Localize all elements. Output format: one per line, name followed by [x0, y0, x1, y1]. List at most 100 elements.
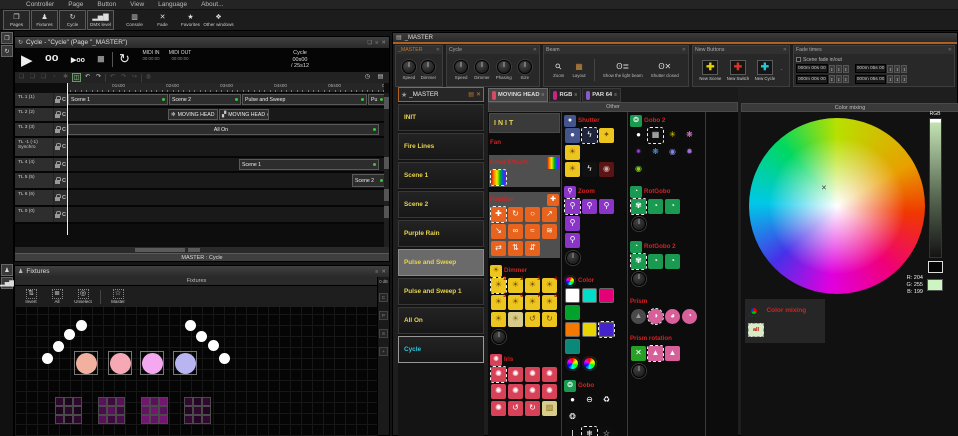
close-icon[interactable]: ✕ [682, 47, 686, 53]
clip[interactable]: ▞MOVING HEAD [219, 109, 269, 120]
clip[interactable]: Pulse and Sweep [242, 94, 367, 105]
new-cycle-button[interactable]: ✚New Cycle [755, 60, 776, 81]
matrix-cell[interactable] [116, 415, 125, 424]
preset-icon[interactable]: ⚲ [565, 216, 580, 231]
preset-icon[interactable]: ≋ [542, 224, 557, 239]
matrix-cell[interactable] [98, 415, 107, 424]
menu-icon[interactable]: ≡ [375, 40, 378, 46]
fade-time-field[interactable]: 000m 00s 00⇕⇕⇕ [796, 64, 849, 73]
preset-icon[interactable]: ⇄ [491, 241, 506, 256]
lock-icon[interactable] [55, 197, 60, 201]
menu-icon[interactable]: ≡ [375, 269, 378, 275]
mini-tool-icon[interactable]: ▫ [50, 73, 59, 82]
dock-fixtures-icon[interactable]: ♟ [1, 264, 13, 276]
group-label[interactable]: Fan [490, 139, 501, 146]
matrix-cell[interactable] [193, 397, 202, 406]
fixtures-window-titlebar[interactable]: ♟ Fixtures ≡✕ [15, 266, 389, 277]
matrix-cell[interactable] [116, 406, 125, 415]
mini-tool-icon[interactable]: ◍ [144, 73, 153, 82]
preset-icon[interactable]: ✹ [682, 145, 697, 160]
fixture-dot[interactable] [64, 329, 75, 340]
toolbar-fade[interactable]: ✕Fade [149, 10, 176, 30]
spinner-icon[interactable]: ⇕ [887, 65, 893, 73]
matrix-cell[interactable] [73, 415, 82, 424]
toolbar-console[interactable]: ▥Console [121, 10, 148, 30]
matrix-cell[interactable] [193, 415, 202, 424]
scroll-thumb[interactable] [384, 157, 389, 169]
preset-icon[interactable]: ☀2 [508, 278, 523, 293]
group-knob[interactable] [632, 217, 646, 231]
lock-icon[interactable] [55, 214, 60, 218]
track-lane[interactable] [67, 138, 389, 156]
fade-time-field[interactable]: 000m 05s 00⇕⇕⇕ [855, 75, 908, 84]
lock-icon[interactable] [55, 114, 60, 118]
knob-dial[interactable] [421, 60, 435, 74]
preset-icon[interactable]: ≈ [525, 224, 540, 239]
knob-dial[interactable] [402, 60, 416, 74]
preset-icon[interactable]: ✾ [631, 199, 646, 214]
knob-dial[interactable] [454, 60, 468, 74]
color-mixing-button-label[interactable]: Color mixing [766, 307, 806, 314]
side-button-[interactable]: + [379, 347, 388, 356]
compress-icon[interactable]: C [62, 112, 66, 118]
preset-icon[interactable]: ○ [525, 207, 540, 222]
color-swatch[interactable] [565, 339, 580, 354]
preset-icon[interactable]: ▨ [542, 401, 557, 416]
spinner-icon[interactable]: ⇕ [901, 65, 907, 73]
matrix-cell[interactable] [73, 406, 82, 415]
close-icon[interactable]: ✕ [783, 47, 787, 53]
preset-icon[interactable]: ↗ [542, 207, 557, 222]
button-cycle[interactable]: Cycle [398, 336, 484, 363]
preset-icon[interactable]: ◉ [665, 145, 680, 160]
preset-icon[interactable]: ☀5 [491, 295, 506, 310]
track-lane[interactable]: Scene 1Scene 2Pulse and SweepPu [67, 93, 389, 106]
play-record-button[interactable]: ▶oo [71, 56, 85, 64]
group-label[interactable]: Gobo [578, 382, 594, 389]
mini-tool-icon[interactable]: ❏ [17, 73, 26, 82]
toolbar-cycle[interactable]: ↻Cycle [59, 10, 86, 30]
color-wheel-icon[interactable] [582, 356, 597, 371]
rgb-slider[interactable] [929, 118, 942, 258]
time-value[interactable]: 000m 05s 00 [855, 64, 887, 73]
stop-button[interactable]: ■ [97, 51, 105, 66]
preset-icon[interactable]: ♻ [599, 393, 614, 408]
dock-cycle-icon[interactable]: ↻ [1, 45, 13, 57]
group-label[interactable]: RotGobo [644, 188, 670, 195]
speed-knob[interactable]: Speed [454, 60, 468, 80]
color-swatch[interactable] [582, 288, 597, 303]
mini-tool-icon[interactable]: ❏ [28, 73, 37, 82]
fixture-selected[interactable] [173, 351, 197, 375]
init-button[interactable]: INIT [489, 113, 560, 133]
fixture-dot[interactable] [42, 353, 53, 364]
menu-controller[interactable]: Controller [26, 1, 54, 8]
spinner-icon[interactable]: ⇕ [829, 65, 835, 73]
mini-tool-icon[interactable]: ↷ [94, 73, 103, 82]
color-swatch[interactable] [599, 322, 614, 337]
lock-icon[interactable] [55, 129, 60, 133]
fade-time-field[interactable]: 000m 05s 00⇕⇕⇕ [855, 64, 908, 73]
preset-icon[interactable]: ✾ [631, 254, 646, 269]
preset-icon[interactable]: ☀ [508, 312, 523, 327]
preset-icon[interactable]: ☀ [491, 312, 506, 327]
fixtures-canvas[interactable] [15, 307, 378, 436]
group-label[interactable]: Dimmer [504, 267, 527, 274]
preset-icon[interactable]: ✕ [631, 346, 646, 361]
vertical-scrollbar[interactable] [384, 93, 389, 249]
tab-moving-head[interactable]: MOVING HEAD≡ [488, 88, 548, 102]
clip[interactable]: Scene 1 [239, 159, 379, 170]
size-knob[interactable]: Size [518, 60, 532, 80]
preset-icon[interactable]: ▲ [665, 346, 680, 361]
preset-icon[interactable]: ◔ [648, 199, 663, 214]
matrix-cell[interactable] [193, 406, 202, 415]
preset-icon[interactable]: ● [631, 128, 646, 143]
preset-icon[interactable]: ↻ [525, 401, 540, 416]
color-wheel[interactable]: ✕ [749, 118, 925, 294]
matrix-cell[interactable] [159, 415, 168, 424]
preset-icon[interactable]: ↺ [508, 401, 523, 416]
matrix-cell[interactable] [107, 406, 116, 415]
preset-icon[interactable]: ✳ [665, 128, 680, 143]
track-lane[interactable]: ✻MOVING HEAD▞MOVING HEAD [67, 108, 389, 121]
matrix-cell[interactable] [64, 415, 73, 424]
preset-icon[interactable]: ✺ [491, 384, 506, 399]
fixture-matrix[interactable] [184, 397, 211, 424]
